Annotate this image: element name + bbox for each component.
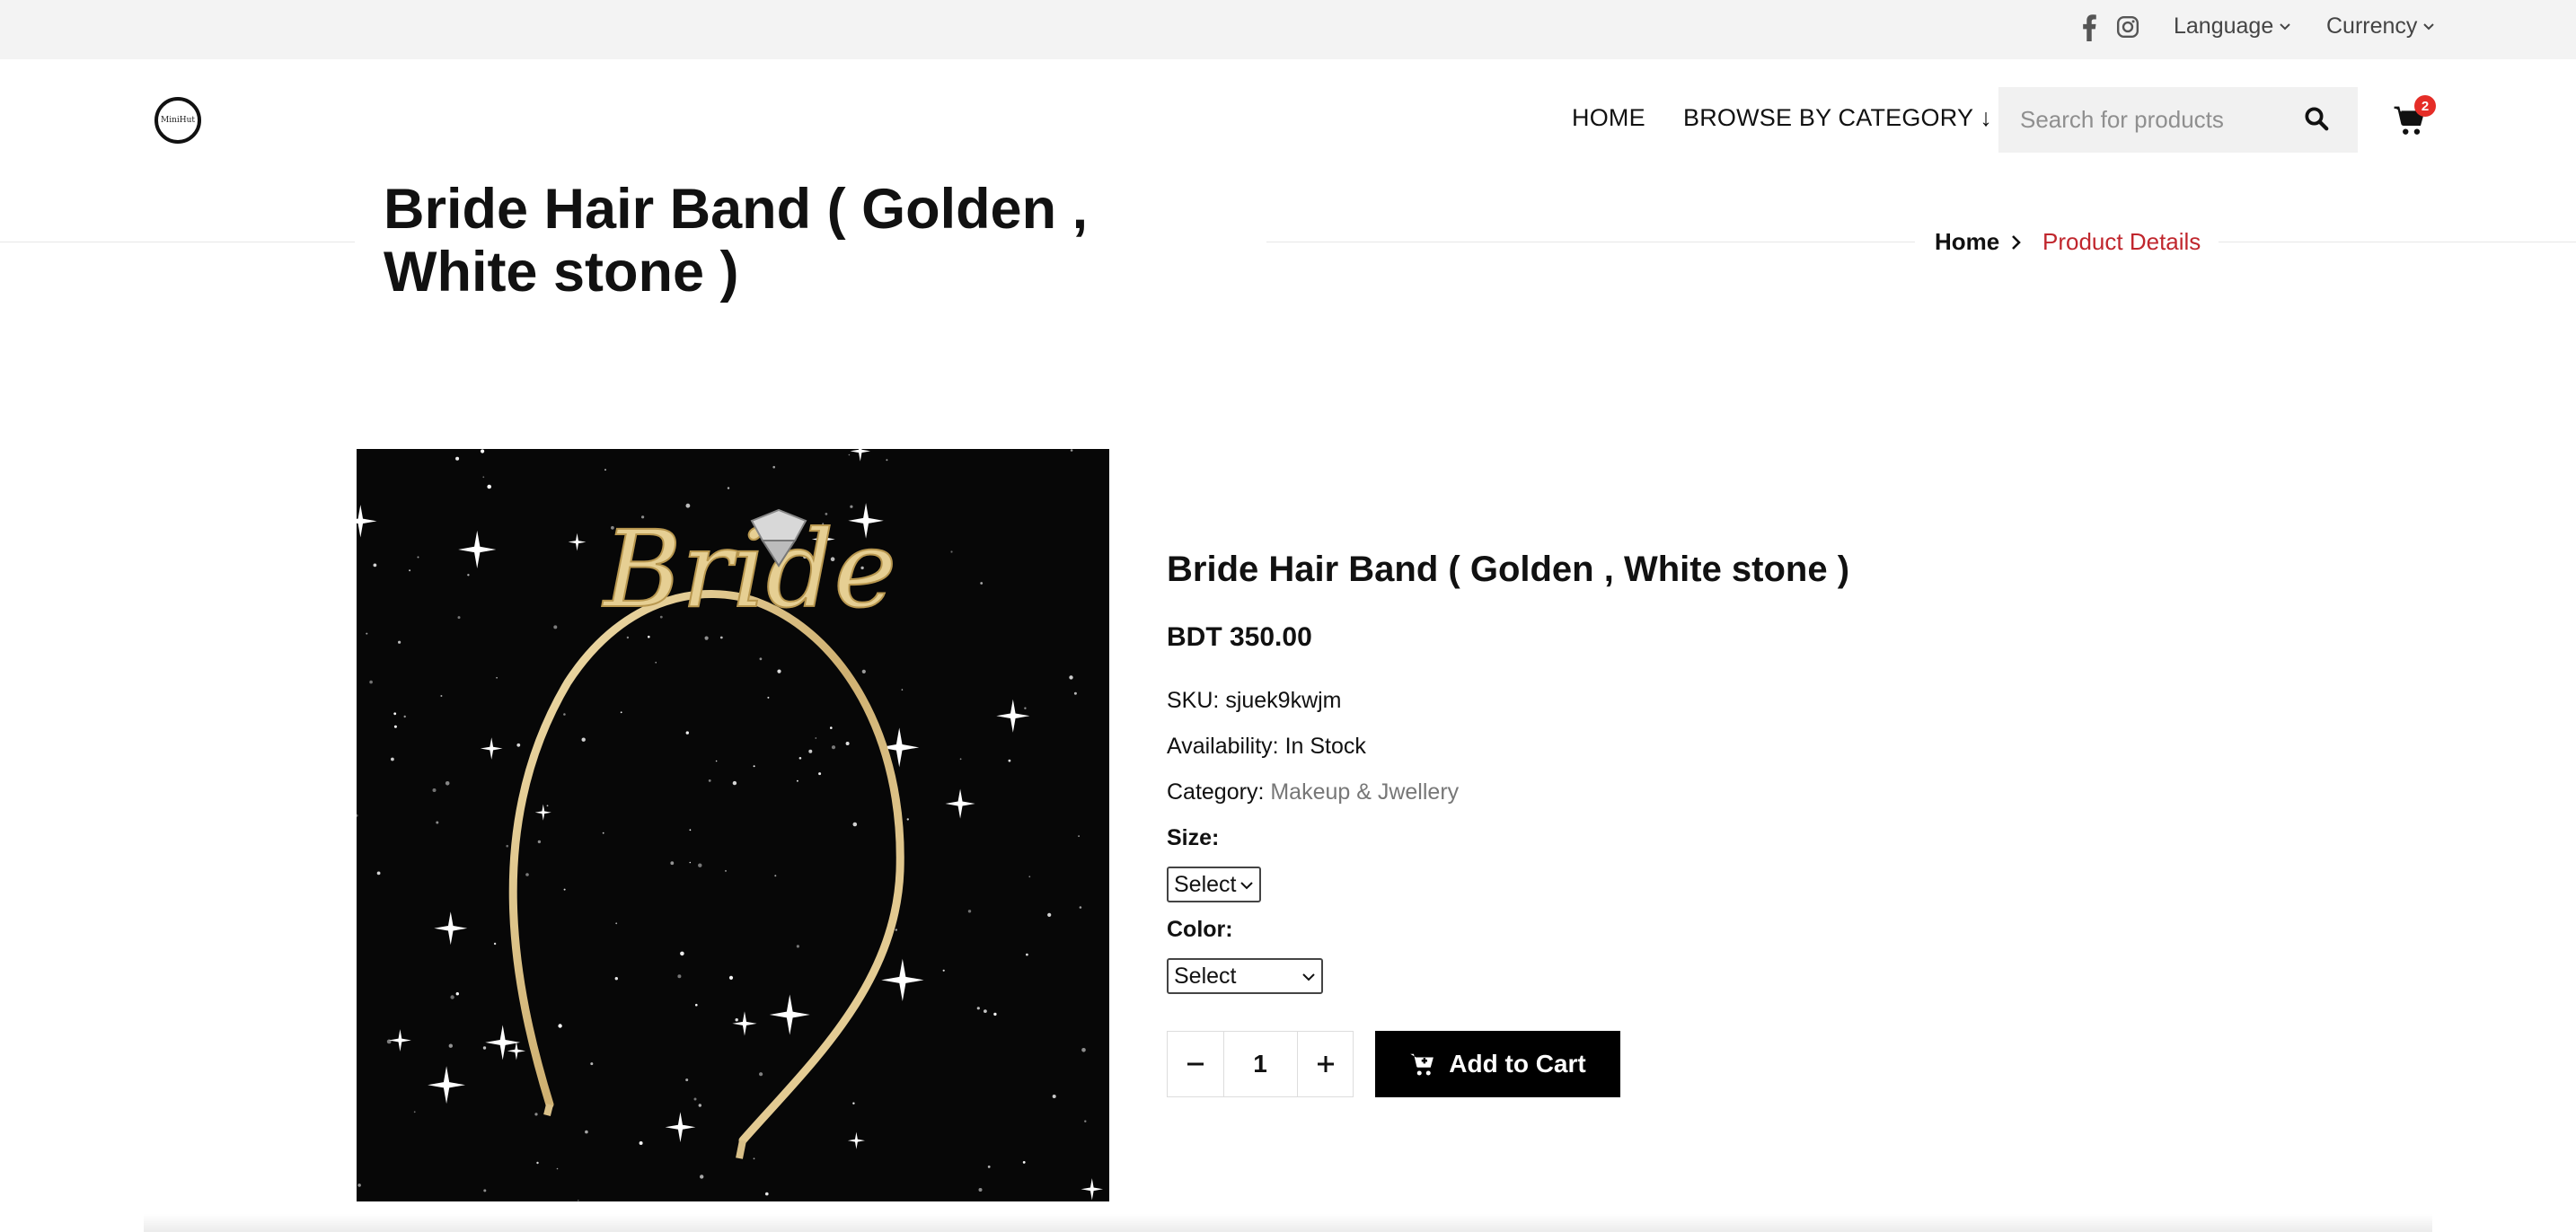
size-select-value: Select [1174, 871, 1237, 897]
chevron-down-icon [2423, 22, 2435, 30]
search-input[interactable] [1998, 87, 2307, 153]
language-label: Language [2174, 13, 2274, 39]
plus-icon [1318, 1056, 1334, 1072]
size-select[interactable]: Select [1167, 867, 1261, 902]
nav-home-link[interactable]: HOME [1572, 104, 1645, 132]
size-label: Size: [1167, 825, 1220, 850]
cart-count-badge: 2 [2414, 95, 2436, 117]
chevron-down-icon [2280, 22, 2290, 30]
color-select[interactable]: Select [1167, 958, 1323, 994]
language-dropdown[interactable]: Language [2174, 13, 2291, 40]
product-price: BDT 350.00 [1167, 622, 1312, 652]
chevron-right-icon [2012, 235, 2021, 250]
breadcrumb-home-link[interactable]: Home [1935, 228, 1999, 256]
logo-text: MiniHut [160, 116, 196, 125]
availability-row: Availability: In Stock [1167, 734, 1366, 760]
quantity-increase-button[interactable] [1297, 1032, 1354, 1096]
category-link[interactable]: Makeup & Jwellery [1270, 779, 1459, 805]
currency-dropdown[interactable]: Currency [2326, 13, 2435, 40]
cart-plus-icon [1410, 1053, 1434, 1076]
image-text: Bride [602, 507, 896, 631]
currency-label: Currency [2326, 13, 2418, 39]
product-name: Bride Hair Band ( Golden , White stone ) [1167, 550, 1850, 589]
category-label: Category: [1167, 779, 1265, 805]
instagram-icon[interactable] [2116, 15, 2139, 39]
add-to-cart-button[interactable]: Add to Cart [1375, 1031, 1620, 1097]
facebook-icon[interactable] [2079, 14, 2099, 41]
minus-icon [1187, 1062, 1204, 1066]
site-logo[interactable]: MiniHut [154, 97, 201, 144]
product-image[interactable]: Bride [357, 449, 1109, 1201]
sku-label: SKU: [1167, 688, 1220, 713]
availability-label: Availability: [1167, 734, 1279, 759]
top-bar: Language Currency [0, 0, 2576, 59]
page-title: Bride Hair Band ( Golden , White stone ) [384, 178, 1089, 304]
color-select-value: Select [1174, 963, 1237, 989]
quantity-decrease-button[interactable] [1168, 1032, 1224, 1096]
quantity-stepper: 1 [1167, 1031, 1354, 1097]
search-icon[interactable] [2303, 105, 2330, 132]
breadcrumb-current: Product Details [2042, 228, 2201, 255]
sku-value: sjuek9kwjm [1225, 688, 1342, 713]
availability-value: In Stock [1284, 734, 1366, 759]
add-to-cart-label: Add to Cart [1449, 1050, 1586, 1078]
sku-row: SKU: sjuek9kwjm [1167, 688, 1342, 714]
chevron-down-icon [1240, 882, 1253, 890]
color-label: Color: [1167, 917, 1233, 942]
headband-illustration: Bride [357, 449, 1104, 1201]
category-row: Category: Makeup & Jwellery [1167, 779, 1459, 805]
quantity-value[interactable]: 1 [1223, 1032, 1297, 1096]
nav-browse-category-link[interactable]: BROWSE BY CATEGORY ↓ [1683, 104, 1992, 132]
chevron-down-icon [1302, 973, 1315, 981]
